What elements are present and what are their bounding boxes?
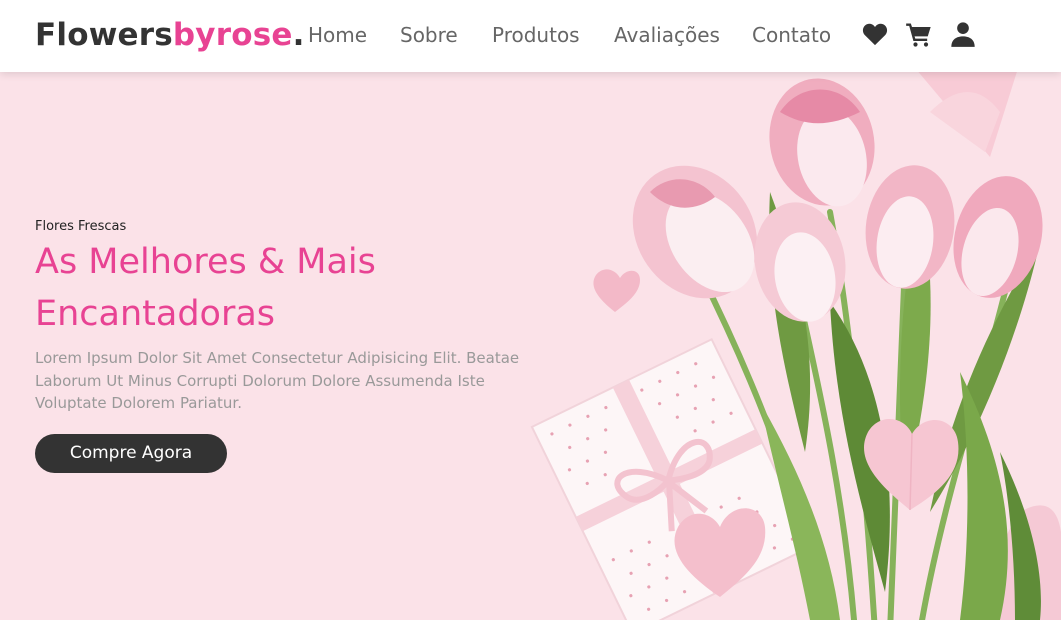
nav-sobre[interactable]: Sobre — [400, 22, 458, 48]
site-header: Flowersbyrose. Home Sobre Produtos Avali… — [0, 0, 1061, 72]
header-icons — [861, 20, 981, 50]
hero-section: Flores Frescas As Melhores & Mais Encant… — [0, 72, 1061, 620]
buy-now-button[interactable]: Compre Agora — [35, 433, 227, 473]
user-icon[interactable] — [949, 20, 977, 48]
logo[interactable]: Flowersbyrose. — [35, 15, 305, 55]
hero-headline-line2: Encantadoras — [35, 294, 276, 334]
logo-dot: . — [292, 17, 305, 53]
hero-headline-line1: As Melhores & Mais — [35, 242, 376, 282]
hero-description: Lorem Ipsum Dolor Sit Amet Consectetur A… — [35, 349, 520, 412]
nav-home[interactable]: Home — [308, 22, 367, 48]
logo-accent: byrose — [172, 17, 293, 53]
hero-content: Flores Frescas As Melhores & Mais Encant… — [35, 218, 555, 473]
nav-avaliacoes[interactable]: Avaliações — [614, 22, 720, 48]
hero-headline: As Melhores & Mais Encantadoras — [35, 236, 555, 340]
nav-produtos[interactable]: Produtos — [492, 22, 580, 48]
nav-contato[interactable]: Contato — [752, 22, 831, 48]
heart-icon[interactable] — [861, 20, 889, 48]
hero-eyebrow: Flores Frescas — [35, 219, 127, 234]
shopping-cart-icon[interactable] — [905, 20, 933, 48]
hero-image-tulips-gift — [500, 72, 1061, 620]
logo-main: Flowers — [35, 17, 173, 53]
